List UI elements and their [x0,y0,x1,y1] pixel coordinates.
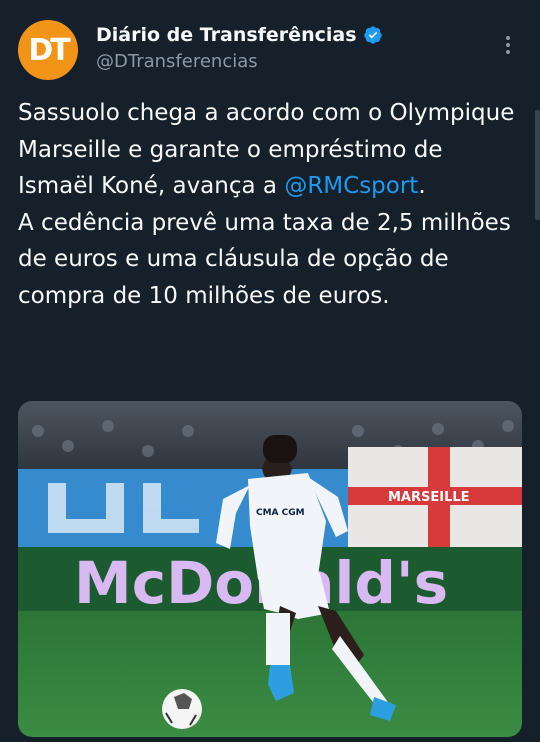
more-options-icon[interactable] [506,36,510,57]
tweet-header: DT Diário de Transferências @DTransferen… [16,18,524,82]
avatar-logo-text: DT [28,32,70,68]
tweet-photo[interactable]: MARSEILLE McDonald's CMA CGM [18,401,522,737]
display-name[interactable]: Diário de Transferências [96,24,357,46]
tweet-paragraph-1: Sassuolo chega a acordo com o Olympique … [18,100,515,199]
avatar[interactable]: DT [18,20,78,80]
mention-link[interactable]: @RMCsport [284,173,418,199]
display-name-row: Diário de Transferências [96,24,383,46]
user-handle[interactable]: @DTransferencias [96,51,258,72]
scrollbar-thumb[interactable] [535,110,540,220]
shirt-sponsor-text: CMA CGM [256,508,305,518]
tweet-text: Sassuolo chega a acordo com o Olympique … [18,95,518,314]
football-player-photo: MARSEILLE McDonald's CMA CGM [18,401,522,737]
verified-badge-icon [363,26,382,44]
stand-banner-text: MARSEILLE [388,490,470,505]
football-icon [162,689,202,729]
tweet-paragraph-2: A cedência prevê uma taxa de 2,5 milhões… [18,209,511,309]
